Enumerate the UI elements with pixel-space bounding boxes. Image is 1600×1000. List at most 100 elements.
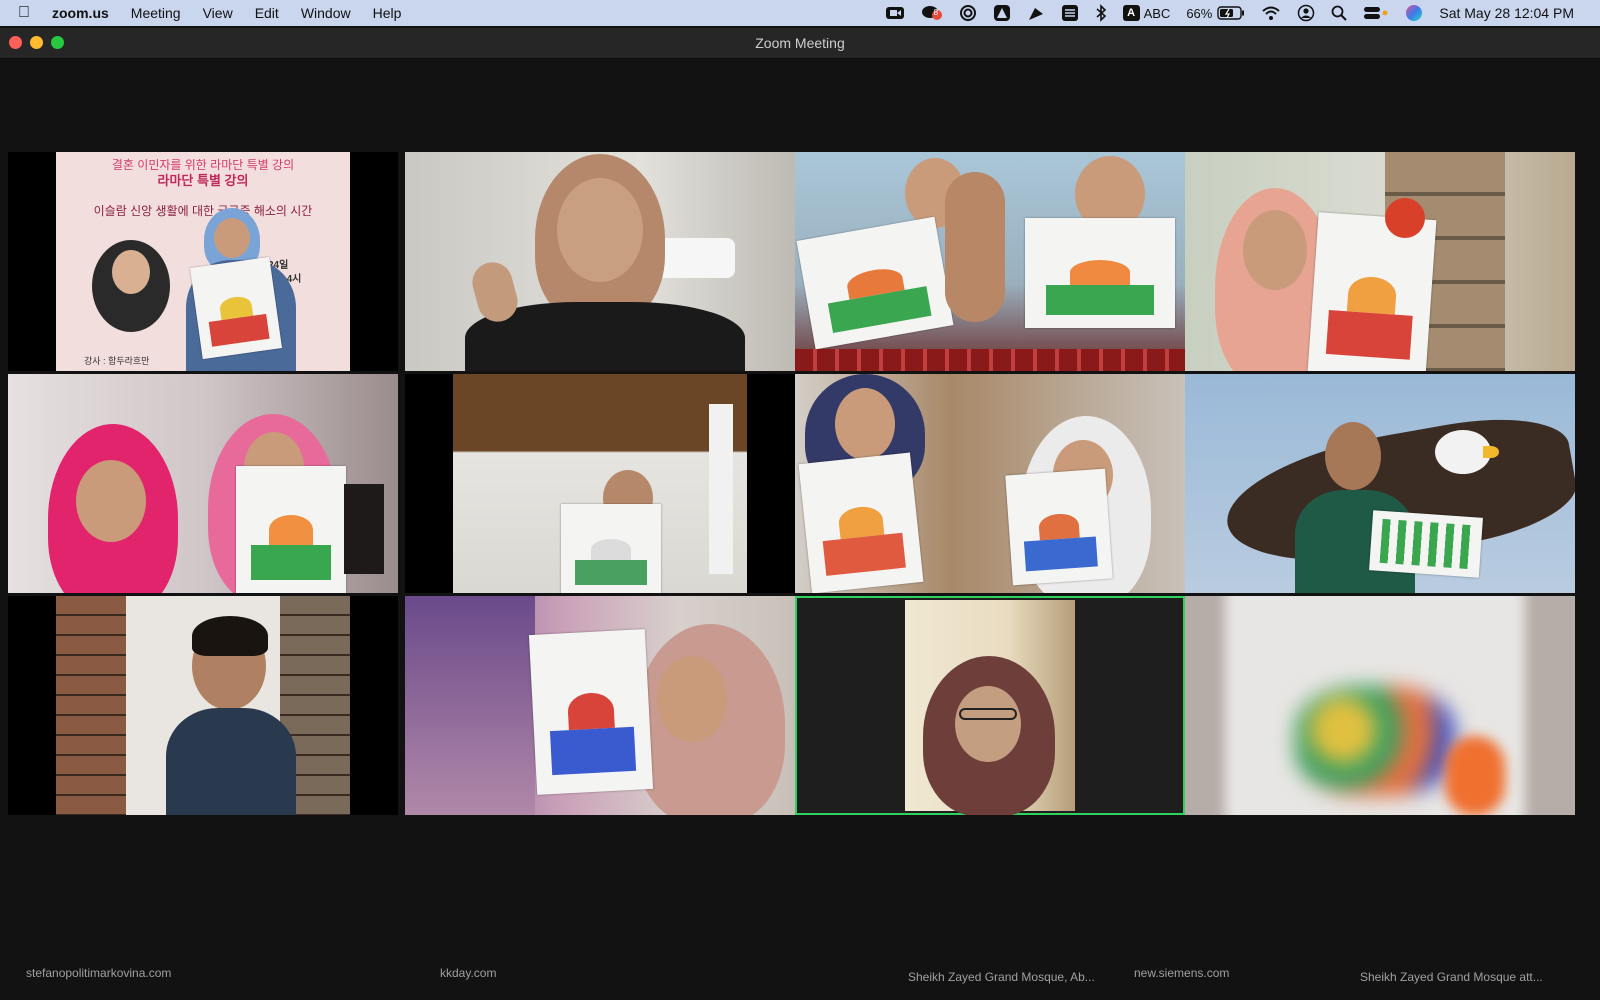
menu-view[interactable]: View — [203, 5, 233, 21]
participant-video-tile-6[interactable] — [405, 374, 795, 593]
face — [955, 686, 1021, 762]
chat-notification-icon[interactable]: 8 — [921, 4, 943, 22]
virtual-background-eagle — [1185, 374, 1575, 593]
letterbox-right — [747, 374, 795, 593]
siri-icon[interactable] — [1405, 4, 1423, 22]
participant-video-tile-10[interactable] — [405, 596, 795, 815]
mosque-drawing — [189, 256, 283, 360]
face — [557, 178, 643, 282]
thumbs-up-hand — [945, 172, 1005, 322]
backpack — [405, 596, 535, 815]
window-titlebar: Zoom Meeting — [0, 28, 1600, 59]
spotlight-search-icon[interactable] — [1331, 4, 1348, 22]
video-feed — [8, 374, 398, 593]
battery-icon — [1217, 6, 1245, 20]
eagle-beak — [1483, 446, 1499, 458]
letterbox-left — [405, 374, 453, 593]
battery-percent: 66% — [1186, 5, 1213, 21]
wifi-icon[interactable] — [1261, 4, 1281, 22]
mosque-drawing-left — [796, 216, 954, 350]
letterbox-left — [8, 152, 56, 371]
video-feed — [405, 152, 795, 371]
input-source-menu[interactable]: A ABC — [1122, 4, 1171, 22]
participant-video-tile-7[interactable] — [795, 374, 1185, 593]
menu-window[interactable]: Window — [301, 5, 351, 21]
participant-video-tile-3[interactable] — [795, 152, 1185, 371]
participant-video-tile-1[interactable]: 결혼 이민자를 위한 라마단 특별 강의 라마단 특별 강의 이슬람 신앙 생활… — [8, 152, 398, 371]
red-bow — [1385, 198, 1425, 238]
mosque-drawing — [236, 466, 346, 593]
window-title: Zoom Meeting — [755, 35, 845, 51]
video-feed — [56, 596, 350, 815]
video-feed — [795, 374, 1185, 593]
zoom-status-icon[interactable] — [885, 4, 905, 22]
notification-badge: 8 — [933, 8, 939, 17]
video-feed: 결혼 이민자를 위한 라마단 특별 강의 라마단 특별 강의 이슬람 신앙 생활… — [56, 152, 350, 371]
child-face — [214, 218, 250, 258]
eyeglasses-icon — [959, 708, 1017, 720]
child-hair — [192, 616, 268, 656]
child-face — [1325, 422, 1381, 490]
input-source-icon: A — [1122, 5, 1140, 21]
menubar-clock[interactable]: Sat May 28 12:04 PM — [1439, 5, 1574, 21]
letterbox-left — [797, 598, 905, 813]
window-frame — [709, 404, 733, 574]
video-feed — [405, 596, 795, 815]
participant-video-tile-2[interactable] — [405, 152, 795, 371]
participant-video-tile-8[interactable] — [1185, 374, 1575, 593]
blurred-drawing — [1295, 686, 1455, 796]
bg-link-5: Sheikh Zayed Grand Mosque att... — [1360, 970, 1543, 984]
pen-tool-icon[interactable] — [1027, 4, 1045, 22]
bg-link-1: stefanopolitimarkovina.com — [26, 966, 172, 980]
participant-video-tile-5[interactable] — [8, 374, 398, 593]
blurred-crayon — [1445, 736, 1505, 815]
mosque-drawing-right — [1025, 218, 1175, 328]
face — [1243, 210, 1307, 290]
poster-line: 이슬람 신앙 생활에 대한 궁금증 해소의 시간 — [93, 204, 313, 218]
participant-video-tile-11[interactable] — [795, 596, 1185, 815]
background-shelf — [655, 238, 735, 278]
video-feed — [1185, 152, 1575, 371]
mosque-drawing — [1307, 212, 1437, 371]
video-feed — [795, 152, 1185, 371]
macos-menu-bar:  zoom.us Meeting View Edit Window Help … — [0, 0, 1600, 26]
theater-seats — [795, 349, 1185, 371]
poster-instructor: 강사 : 함두라흐만 — [84, 356, 150, 366]
mosque-drawing-left — [798, 452, 924, 593]
menu-help[interactable]: Help — [373, 5, 402, 21]
menu-edit[interactable]: Edit — [255, 5, 279, 21]
face-left-child — [835, 388, 895, 460]
input-source-label: ABC — [1143, 5, 1171, 21]
participant-video-tile-9[interactable] — [8, 596, 398, 815]
vpn-icon[interactable] — [993, 4, 1011, 22]
letterbox-right — [350, 152, 398, 371]
video-feed — [453, 374, 747, 593]
focus-ring-icon[interactable] — [959, 4, 977, 22]
letterbox-right — [350, 596, 398, 815]
face — [657, 656, 727, 742]
stacks-icon[interactable] — [1061, 4, 1079, 22]
video-feed — [905, 600, 1075, 815]
participant-video-tile-12[interactable] — [1185, 596, 1575, 815]
face-left-child — [76, 460, 146, 542]
mosque-drawing — [1369, 510, 1483, 578]
bg-link-2: kkday.com — [440, 966, 497, 980]
bg-link-4: new.siemens.com — [1134, 966, 1230, 980]
mosque-drawing — [561, 504, 661, 593]
video-feed — [1185, 596, 1575, 815]
bg-link-3: Sheikh Zayed Grand Mosque, Ab... — [908, 970, 1095, 984]
app-menu[interactable]: zoom.us — [52, 5, 109, 21]
bluetooth-icon[interactable] — [1095, 4, 1107, 22]
user-account-icon[interactable] — [1297, 4, 1315, 22]
background-browser-strip: stefanopolitimarkovina.com kkday.com She… — [0, 960, 1600, 1000]
menu-meeting[interactable]: Meeting — [131, 5, 181, 21]
poster-subtitle: 라마단 특별 강의 — [157, 173, 249, 188]
participant-video-tile-4[interactable] — [1185, 152, 1575, 371]
dark-panel — [344, 484, 384, 574]
battery-menu[interactable]: 66% — [1186, 4, 1245, 22]
mosque-drawing — [528, 629, 654, 795]
apple-menu-icon[interactable]:  — [18, 4, 46, 22]
instructor-photo — [92, 240, 170, 332]
bookshelf-left — [56, 596, 126, 815]
control-center-icon[interactable] — [1363, 4, 1389, 22]
